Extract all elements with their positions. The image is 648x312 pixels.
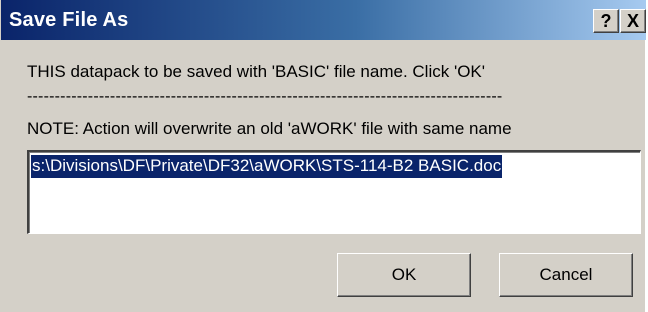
separator-line: ----------------------------------------… bbox=[27, 88, 503, 105]
cancel-button[interactable]: Cancel bbox=[499, 253, 633, 297]
close-button[interactable]: X bbox=[620, 9, 646, 33]
title-bar[interactable]: Save File As ? X bbox=[1, 0, 646, 40]
message-line-2: NOTE: Action will overwrite an old 'aWOR… bbox=[27, 119, 512, 138]
file-path-input[interactable]: s:\Divisions\DF\Private\DF32\aWORK\STS-1… bbox=[27, 150, 641, 234]
dialog-title: Save File As bbox=[9, 9, 129, 31]
file-path-selected-text[interactable]: s:\Divisions\DF\Private\DF32\aWORK\STS-1… bbox=[31, 155, 503, 178]
ok-button[interactable]: OK bbox=[337, 253, 471, 297]
message-line-1: THIS datapack to be saved with 'BASIC' f… bbox=[27, 62, 486, 81]
save-file-as-dialog: Save File As ? X THIS datapack to be sav… bbox=[0, 0, 646, 312]
help-button[interactable]: ? bbox=[593, 9, 619, 33]
